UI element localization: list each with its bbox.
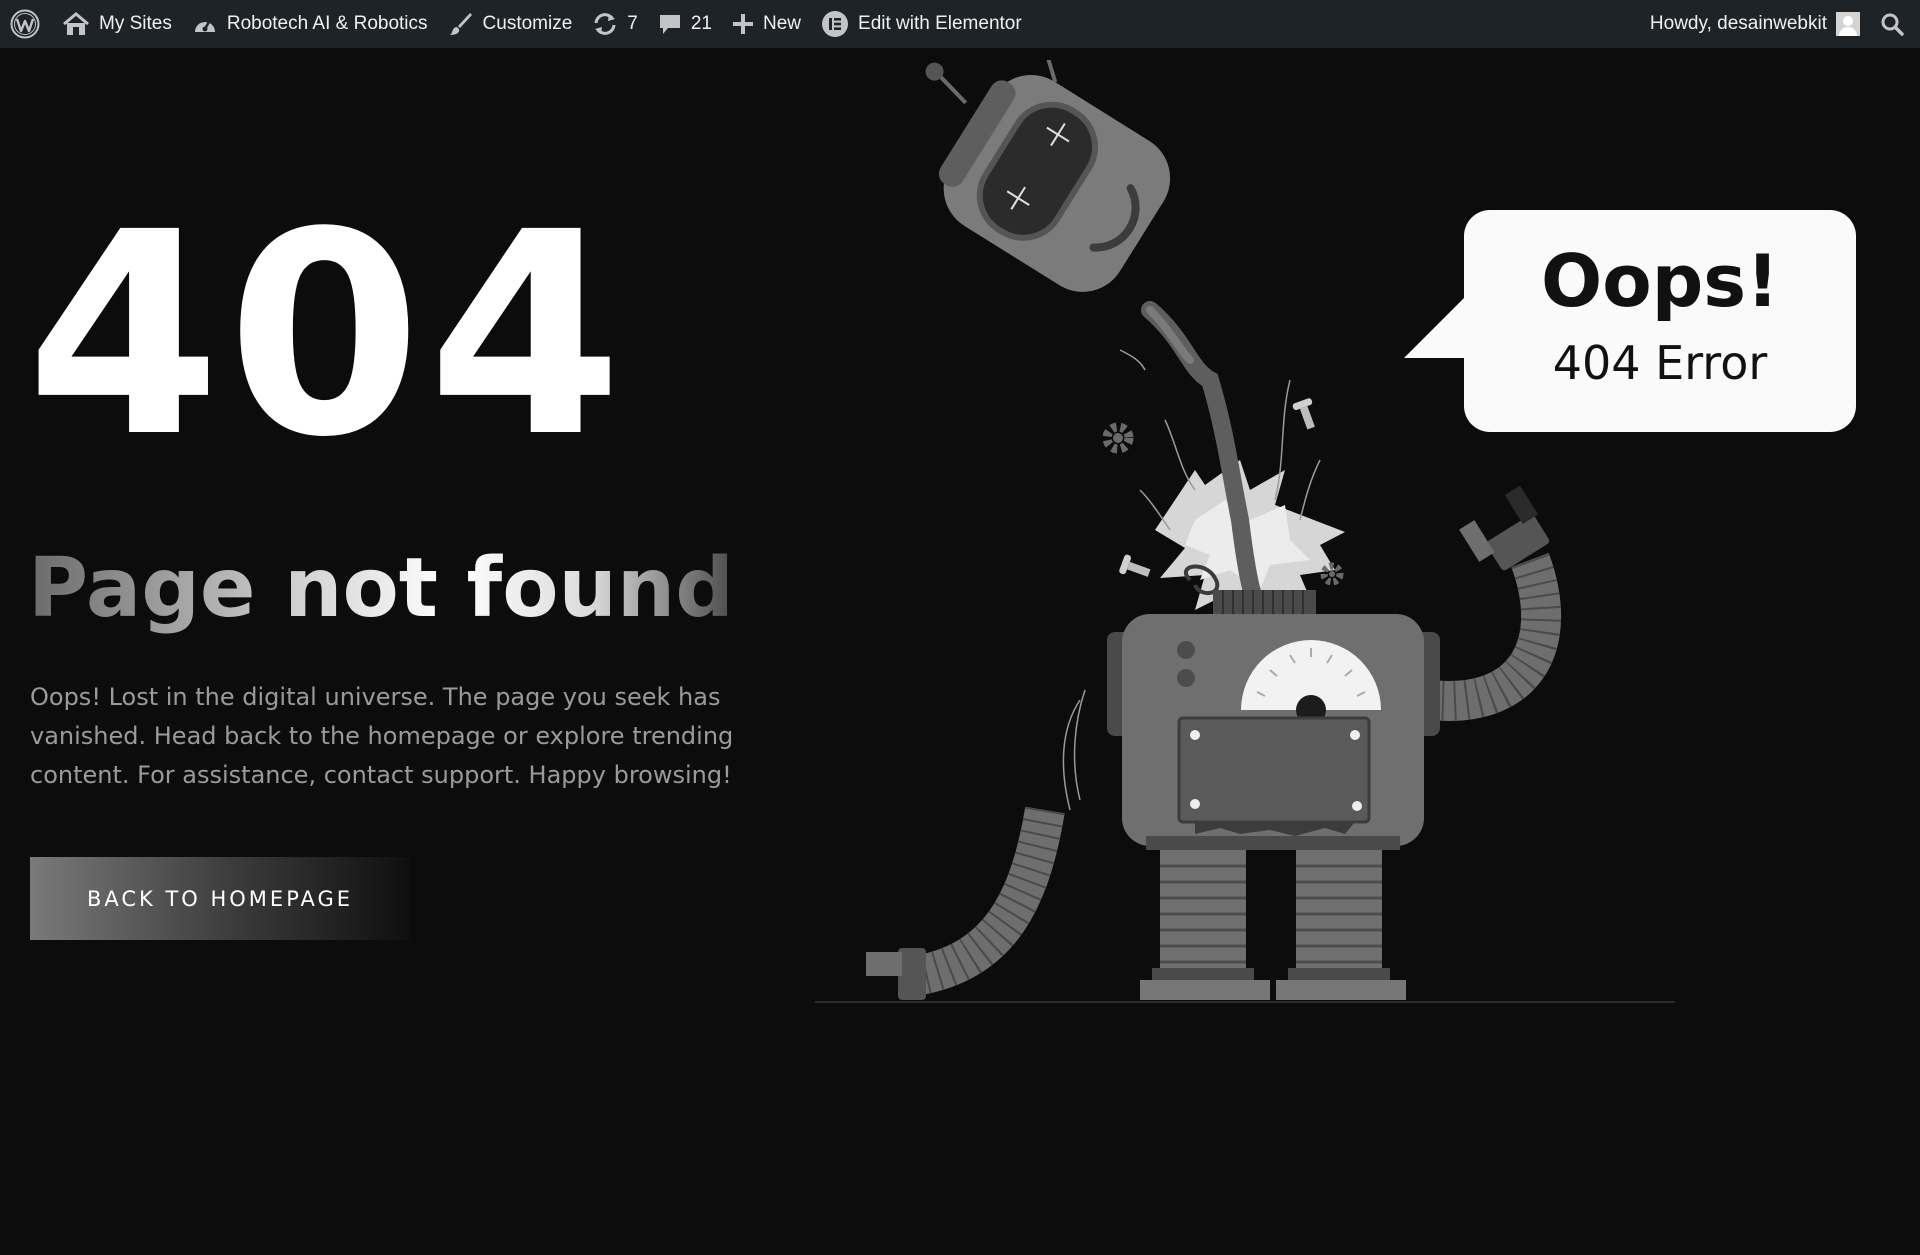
avatar xyxy=(1836,12,1860,36)
edit-with-elementor-link[interactable]: Edit with Elementor xyxy=(811,0,1032,48)
customize-link[interactable]: Customize xyxy=(438,0,583,48)
broken-robot-illustration xyxy=(815,60,1675,1003)
paintbrush-icon xyxy=(448,11,474,37)
my-account-menu[interactable]: Howdy, desainwebkit xyxy=(1640,0,1870,48)
robot-right-arm xyxy=(1428,485,1562,721)
comment-icon xyxy=(658,12,682,36)
screw-icon xyxy=(1292,398,1315,430)
customize-label: Customize xyxy=(482,13,573,34)
page-title: Page not found xyxy=(28,541,735,636)
updates-icon xyxy=(592,12,618,36)
speech-bubble: Oops! 404 Error xyxy=(1464,210,1856,432)
site-name-menu[interactable]: Robotech AI & Robotics xyxy=(182,0,438,48)
updates-link[interactable]: 7 xyxy=(582,0,648,48)
new-content-menu[interactable]: New xyxy=(722,0,811,48)
updates-count: 7 xyxy=(627,13,638,34)
comments-count: 21 xyxy=(690,13,712,34)
wp-logo-menu[interactable] xyxy=(0,0,52,48)
comments-link[interactable]: 21 xyxy=(648,0,722,48)
back-to-homepage-button[interactable]: BACK TO HOMEPAGE xyxy=(30,857,410,940)
robot-left-arm xyxy=(866,689,1086,1000)
gear-icon xyxy=(1320,562,1344,586)
greeting-label: Howdy, desainwebkit xyxy=(1649,13,1827,34)
error-code: 404 xyxy=(26,173,629,499)
admin-bar-right: Howdy, desainwebkit xyxy=(1640,0,1920,48)
bubble-subtitle: 404 Error xyxy=(1552,336,1768,390)
robot-neck xyxy=(1213,590,1316,616)
bubble-title: Oops! xyxy=(1541,239,1779,323)
speech-bubble-tail xyxy=(1404,296,1466,358)
new-label: New xyxy=(763,13,802,34)
plus-icon xyxy=(732,13,754,35)
my-sites-menu[interactable]: My Sites xyxy=(52,0,182,48)
robot-legs xyxy=(1140,850,1406,1000)
elementor-icon xyxy=(821,10,849,38)
explosion-burst xyxy=(1119,301,1345,615)
admin-bar-left: My Sites Robotech AI & Robotics Customiz… xyxy=(0,0,1032,48)
wordpress-icon xyxy=(10,9,40,39)
site-name-label: Robotech AI & Robotics xyxy=(226,13,428,34)
my-sites-label: My Sites xyxy=(99,13,172,34)
screw-icon xyxy=(1119,554,1151,577)
robot-body xyxy=(1107,614,1440,850)
search-icon xyxy=(1880,12,1904,36)
gear-icon xyxy=(1102,422,1134,454)
my-sites-icon xyxy=(62,12,90,36)
search-button[interactable] xyxy=(1870,0,1920,48)
wp-admin-bar: My Sites Robotech AI & Robotics Customiz… xyxy=(0,0,1920,48)
error-description: Oops! Lost in the digital universe. The … xyxy=(30,683,734,789)
robot-head xyxy=(925,60,1171,292)
elementor-label: Edit with Elementor xyxy=(858,13,1022,34)
dashboard-icon xyxy=(192,12,218,36)
